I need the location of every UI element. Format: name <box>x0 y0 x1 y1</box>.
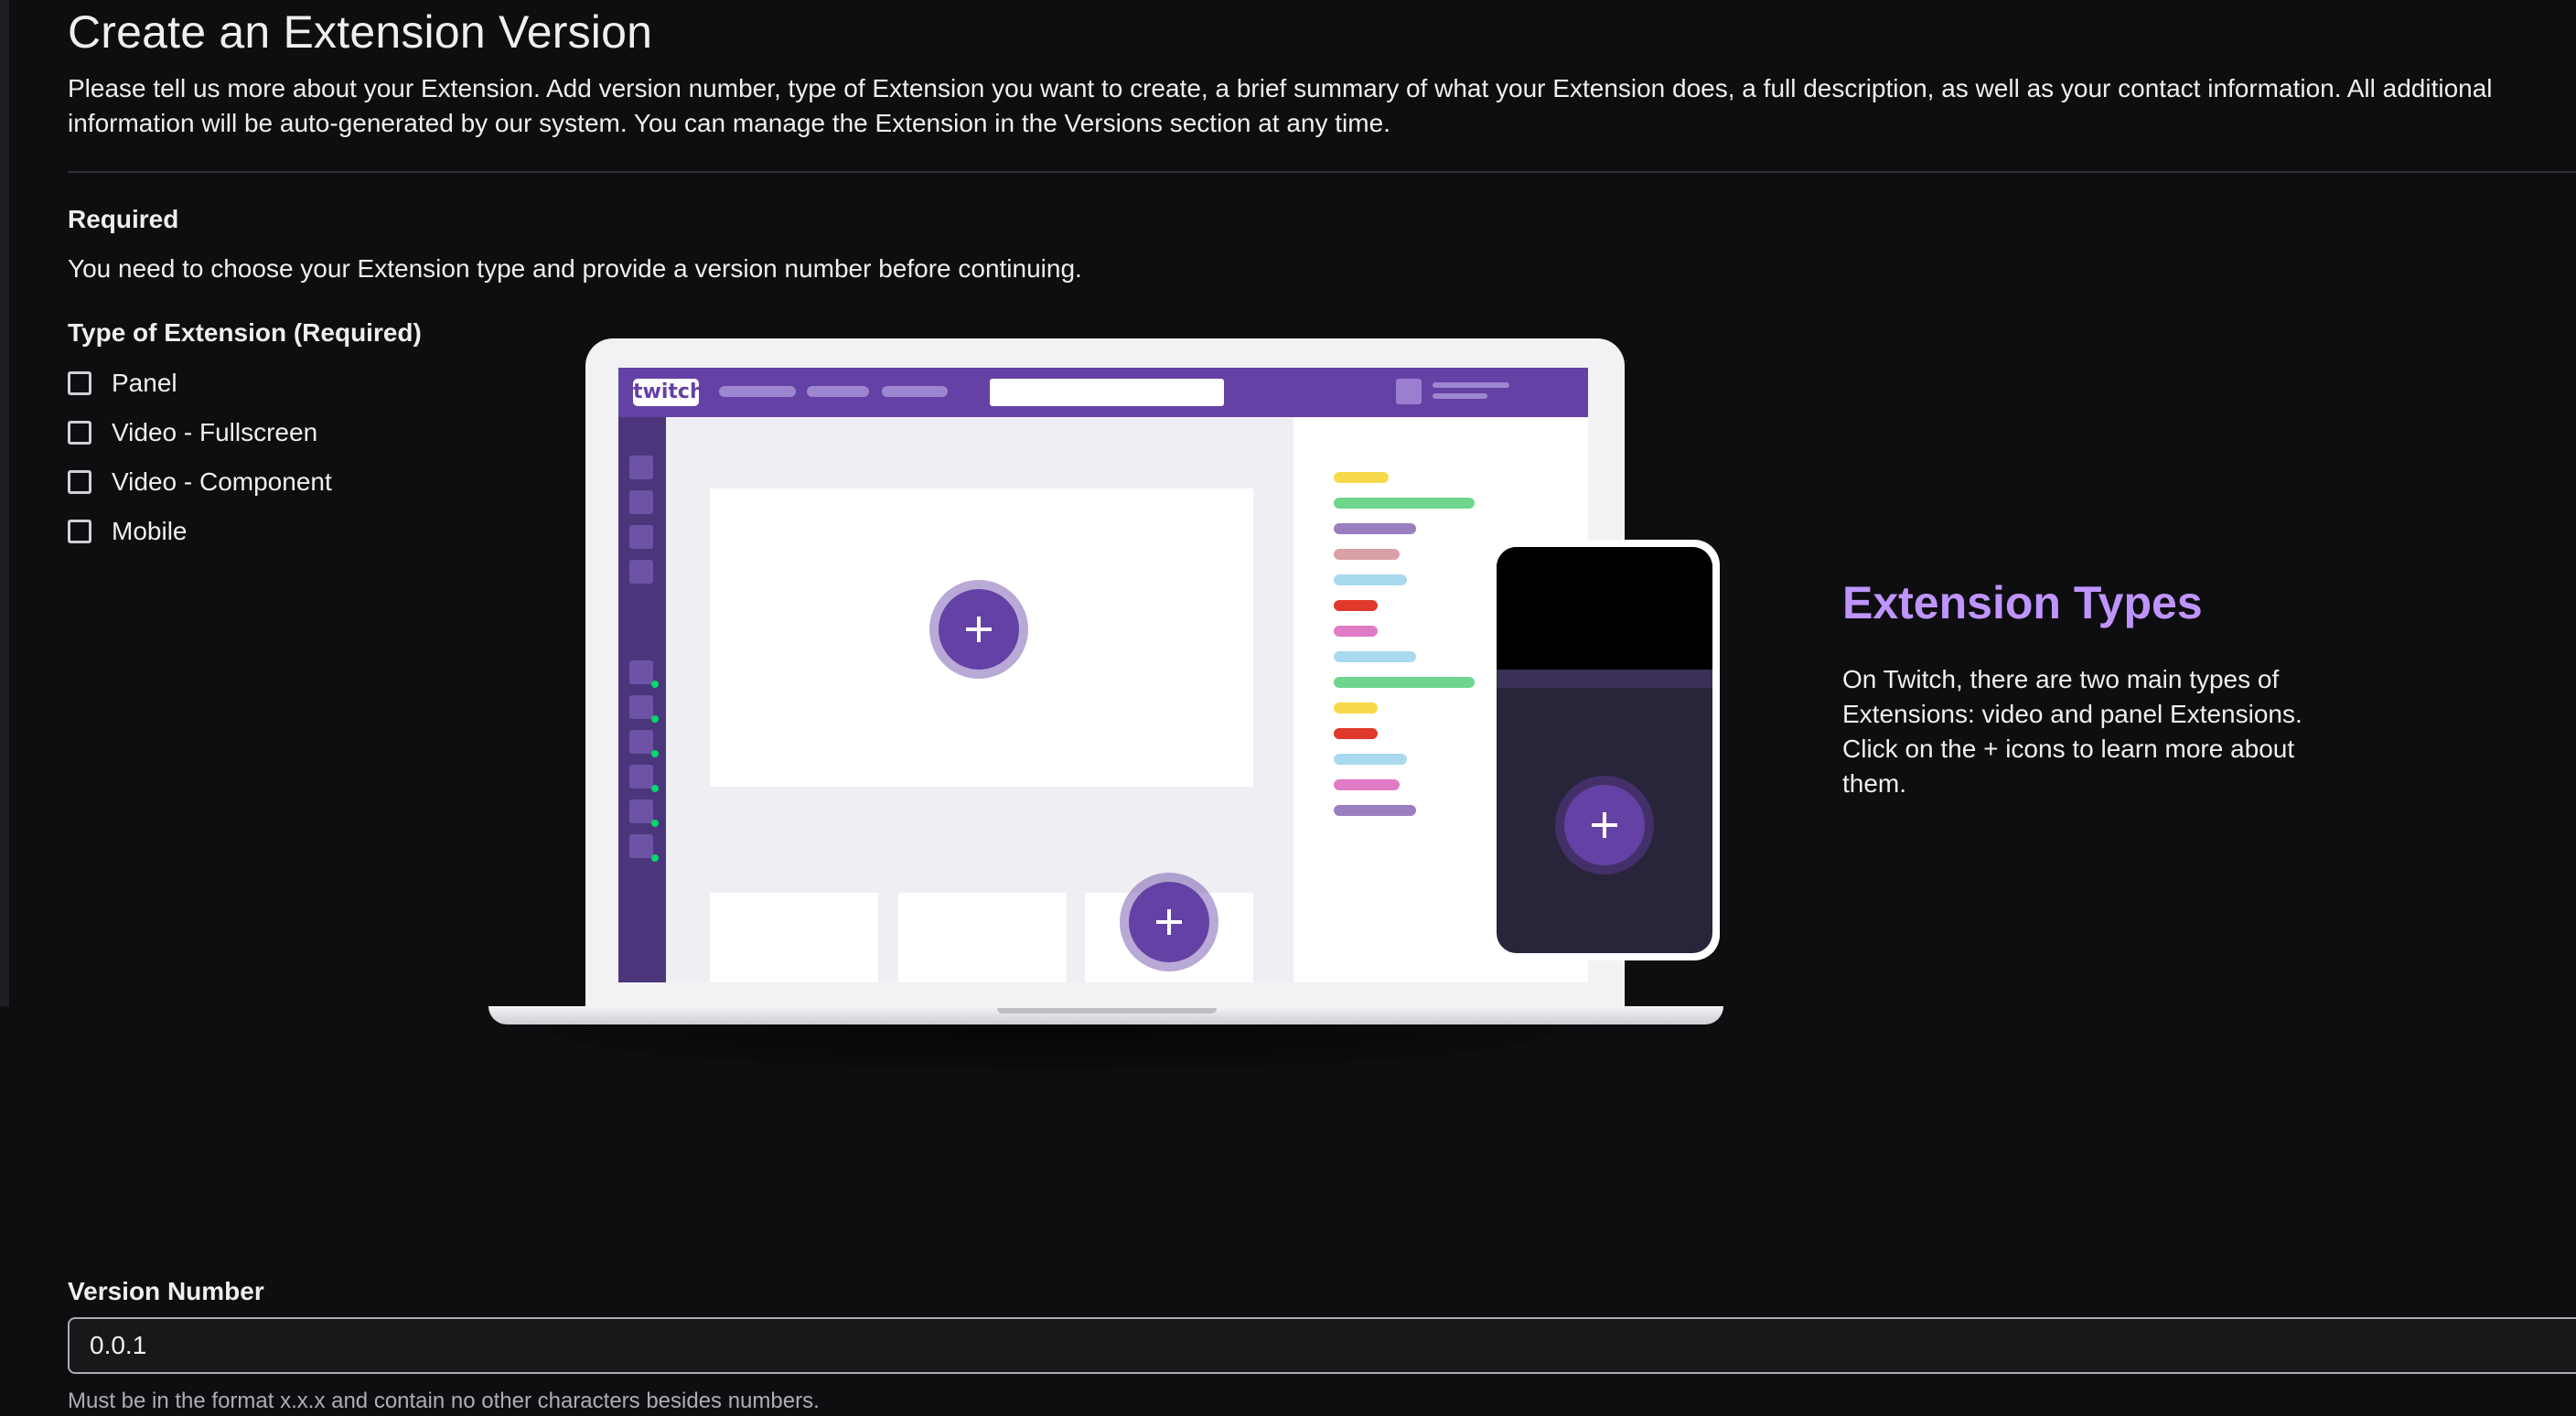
laptop-screen: twitch <box>618 368 1588 982</box>
checkbox-video-fullscreen[interactable]: Video - Fullscreen <box>68 408 332 457</box>
live-dot <box>651 681 659 688</box>
version-number-label: Version Number <box>68 1277 264 1305</box>
chat-line <box>1334 574 1407 585</box>
page-intro: Please tell us more about your Extension… <box>68 74 2493 137</box>
mock-phone <box>1489 540 1720 960</box>
mock-sidebar <box>618 417 666 982</box>
version-number-input[interactable] <box>68 1317 2576 1374</box>
extension-types-title: Extension Types <box>1842 577 2203 628</box>
checkbox-box[interactable] <box>68 421 91 445</box>
mock-sidebar-item <box>629 660 653 684</box>
live-dot <box>651 820 659 827</box>
mock-sidebar-item <box>629 456 653 479</box>
chat-line <box>1334 549 1400 560</box>
plus-icon[interactable] <box>929 580 1028 679</box>
mock-panel-thumb <box>898 893 1067 982</box>
chat-line <box>1334 677 1475 688</box>
checkbox-box[interactable] <box>68 470 91 494</box>
chat-line <box>1334 703 1378 713</box>
mock-panel-thumb <box>710 893 878 982</box>
phone-screen <box>1497 547 1712 953</box>
chat-line <box>1334 805 1416 816</box>
chat-line <box>1334 472 1389 483</box>
nav-placeholder <box>807 386 869 397</box>
required-description: You need to choose your Extension type a… <box>68 254 1082 283</box>
version-number-help: Must be in the format x.x.x and contain … <box>68 1389 820 1413</box>
nav-placeholder <box>1433 382 1509 388</box>
required-heading: Required <box>68 205 179 233</box>
plus-icon[interactable] <box>1120 873 1218 971</box>
chat-line <box>1334 523 1416 534</box>
mock-sidebar-item <box>629 730 653 754</box>
extension-types-illustration: twitch <box>421 329 1729 1098</box>
chat-line <box>1334 498 1475 509</box>
divider <box>68 171 2576 173</box>
checkbox-box[interactable] <box>68 371 91 395</box>
extension-type-label: Type of Extension (Required) <box>68 318 422 347</box>
live-dot <box>651 854 659 862</box>
twitch-top-nav: twitch <box>618 368 1588 417</box>
left-rail <box>0 0 9 1006</box>
checkbox-label: Panel <box>112 369 177 397</box>
chat-line <box>1334 779 1400 790</box>
twitch-logo: twitch <box>633 379 704 406</box>
checkbox-video-component[interactable]: Video - Component <box>68 457 332 507</box>
checkbox-label: Mobile <box>112 517 188 545</box>
live-dot <box>651 785 659 792</box>
chat-line <box>1334 728 1378 739</box>
checkbox-label: Video - Fullscreen <box>112 418 318 446</box>
mock-sidebar-item <box>629 490 653 514</box>
mock-search-bar <box>990 379 1224 406</box>
mock-sidebar-item <box>629 525 653 549</box>
live-dot <box>651 750 659 757</box>
laptop-notch <box>997 1008 1217 1014</box>
checkbox-panel[interactable]: Panel <box>68 359 332 408</box>
plus-icon[interactable] <box>1555 776 1654 874</box>
page-title: Create an Extension Version <box>68 6 653 58</box>
chat-line <box>1334 600 1378 611</box>
checkbox-label: Video - Component <box>112 467 332 496</box>
live-dot <box>651 715 659 723</box>
mock-sidebar-item <box>629 765 653 788</box>
mock-sidebar-item <box>629 834 653 858</box>
chat-line <box>1334 754 1407 765</box>
phone-video-area <box>1497 547 1712 670</box>
mock-sidebar-item <box>629 695 653 719</box>
phone-bar <box>1497 670 1712 688</box>
checkbox-box[interactable] <box>68 520 91 543</box>
mock-sidebar-item <box>629 799 653 823</box>
mock-sidebar-item <box>629 560 653 584</box>
nav-placeholder <box>882 386 948 397</box>
extension-types-description: On Twitch, there are two main types of E… <box>1842 665 2302 798</box>
checkbox-mobile[interactable]: Mobile <box>68 507 332 556</box>
chat-line <box>1334 626 1378 637</box>
nav-placeholder <box>1433 393 1487 399</box>
chat-line <box>1334 651 1416 662</box>
extension-type-options: Panel Video - Fullscreen Video - Compone… <box>68 359 332 556</box>
mock-avatar <box>1396 379 1422 404</box>
nav-placeholder <box>719 386 796 397</box>
